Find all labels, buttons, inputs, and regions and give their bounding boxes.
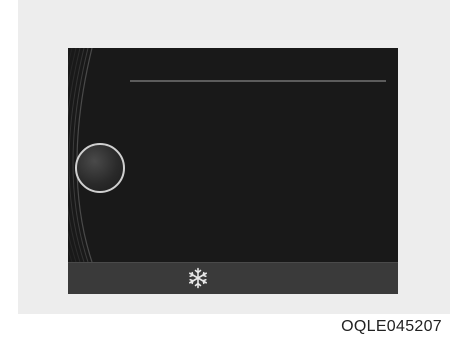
divider-line <box>130 80 386 82</box>
bottom-status-bar <box>68 262 398 294</box>
instrument-display <box>68 48 398 294</box>
snowflake-icon <box>188 267 208 289</box>
dial-knob[interactable] <box>75 143 125 193</box>
figure-code-label: OQLE045207 <box>341 318 442 335</box>
